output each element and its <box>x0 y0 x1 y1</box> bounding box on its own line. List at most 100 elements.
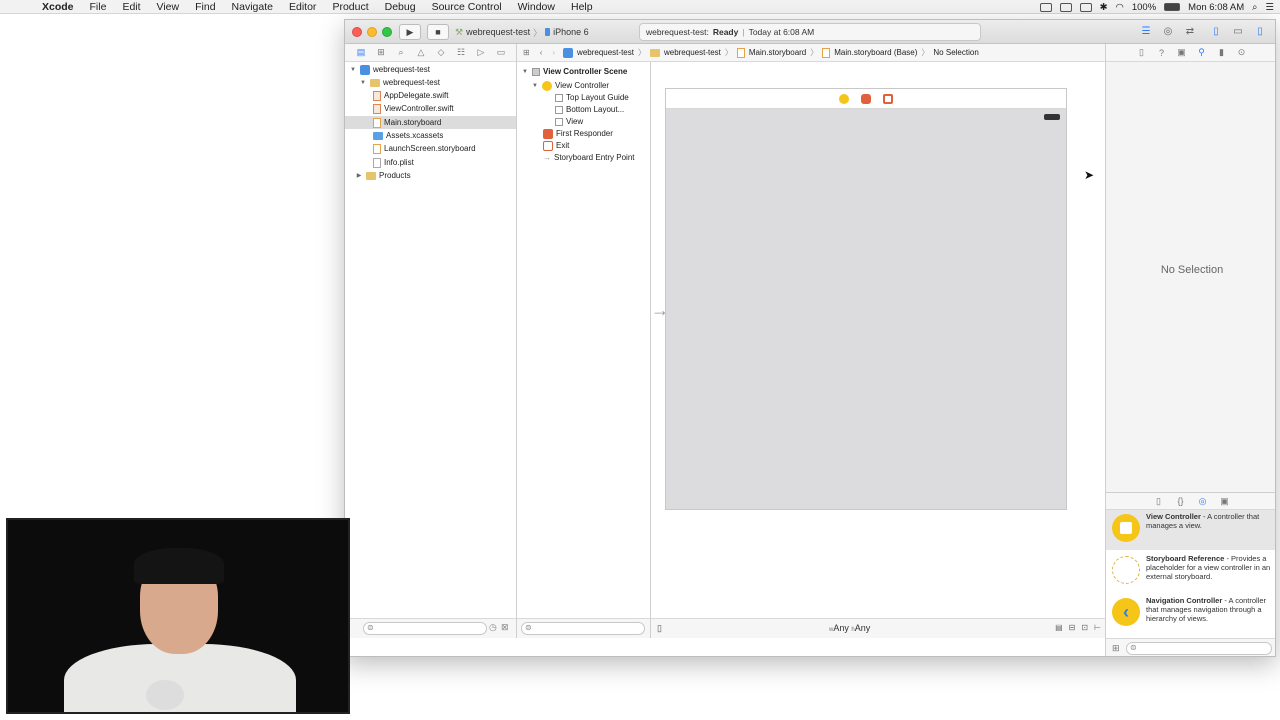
test-navigator-icon[interactable]: ◇ <box>435 47 447 58</box>
stop-button[interactable]: ■ <box>427 24 449 40</box>
back-arrow-icon[interactable]: ‹ <box>540 48 543 57</box>
minimize-window-button[interactable] <box>367 27 377 37</box>
battery-icon[interactable] <box>1164 3 1181 11</box>
spotlight-icon[interactable]: ⌕ <box>1252 2 1257 13</box>
file-template-library-icon[interactable]: ▯ <box>1153 496 1165 507</box>
outline-row-scene[interactable]: ▼ View Controller Scene <box>521 65 627 78</box>
code-snippet-library-icon[interactable]: {} <box>1175 496 1187 506</box>
zoom-window-button[interactable] <box>382 27 392 37</box>
menu-editor[interactable]: Editor <box>281 1 324 13</box>
file-inspector-icon[interactable]: ▯ <box>1136 47 1148 58</box>
clock[interactable]: Mon 6:08 AM <box>1188 2 1244 13</box>
report-navigator-icon[interactable]: ▭ <box>495 47 507 58</box>
tree-row-group[interactable]: ▶ Products <box>355 169 411 182</box>
filter-icon[interactable]: ⊜ <box>1130 643 1137 652</box>
notification-center-icon[interactable]: ☰ <box>1265 2 1274 13</box>
size-class-selector[interactable]: wAny hAny <box>829 623 870 633</box>
outline-row[interactable]: → Storyboard Entry Point <box>543 151 634 164</box>
stack-icon[interactable]: ▤ <box>1055 623 1063 632</box>
tree-row-file[interactable]: LaunchScreen.storyboard <box>373 142 476 155</box>
find-navigator-icon[interactable]: ⌕ <box>395 47 407 58</box>
dropbox-icon[interactable] <box>1059 2 1072 12</box>
outline-filter-input[interactable] <box>521 622 645 635</box>
disclosure-open-icon[interactable]: ▼ <box>349 67 357 73</box>
tree-row-file-selected[interactable]: Main.storyboard <box>345 116 516 129</box>
close-window-button[interactable] <box>352 27 362 37</box>
attributes-inspector-icon[interactable]: ⚲ <box>1196 47 1208 58</box>
root-view[interactable] <box>666 109 1066 509</box>
grid-view-icon[interactable]: ⊞ <box>1112 643 1120 654</box>
bluetooth-icon[interactable]: ✱ <box>1100 2 1108 13</box>
tree-row-file[interactable]: AppDelegate.swift <box>373 89 448 102</box>
tree-row-file[interactable]: Info.plist <box>373 156 414 169</box>
crumb-group[interactable]: webrequest-test <box>664 48 721 57</box>
library-item[interactable]: View Controller - A controller that mana… <box>1106 510 1275 550</box>
assistant-editor-icon[interactable]: ◎ <box>1159 25 1177 39</box>
quick-help-icon[interactable]: ? <box>1156 48 1168 58</box>
filter-icon[interactable]: ⊜ <box>367 623 374 632</box>
menu-app[interactable]: Xcode <box>34 1 82 13</box>
tree-row-file[interactable]: ViewController.swift <box>373 102 454 115</box>
run-button[interactable]: ▶ <box>399 24 421 40</box>
identity-inspector-icon[interactable]: ▣ <box>1176 47 1188 58</box>
resolve-issues-icon[interactable]: ⊢ <box>1094 623 1101 632</box>
symbol-navigator-icon[interactable]: ⊞ <box>375 47 387 58</box>
debug-navigator-icon[interactable]: ☷ <box>455 47 467 58</box>
recent-files-icon[interactable]: ◷ <box>489 622 497 633</box>
menu-file[interactable]: File <box>82 1 115 13</box>
filter-icon[interactable]: ⊜ <box>525 623 532 632</box>
disclosure-closed-icon[interactable]: ▶ <box>355 172 363 179</box>
view-controller-scene[interactable] <box>665 88 1067 510</box>
object-library-icon[interactable]: ◎ <box>1197 496 1209 507</box>
debug-area-toggle-icon[interactable]: ▭ <box>1229 25 1247 39</box>
connections-inspector-icon[interactable]: ⊙ <box>1236 47 1248 58</box>
activity-viewer: webrequest-test: Ready | Today at 6:08 A… <box>639 23 981 41</box>
exit-dock-icon[interactable] <box>883 93 893 104</box>
document-outline-toggle-icon[interactable]: ▯ <box>657 623 662 634</box>
size-inspector-icon[interactable]: ▮ <box>1216 47 1228 58</box>
wifi-icon[interactable]: ◠ <box>1116 2 1124 13</box>
breakpoint-navigator-icon[interactable]: ▷ <box>475 47 487 58</box>
menu-help[interactable]: Help <box>563 1 601 13</box>
view-controller-dock-icon[interactable] <box>839 93 849 104</box>
menu-source-control[interactable]: Source Control <box>424 1 510 13</box>
tree-row-file[interactable]: Assets.xcassets <box>373 129 443 142</box>
disclosure-open-icon[interactable]: ▼ <box>359 80 367 86</box>
library-item[interactable]: ‹ Navigation Controller - A controller t… <box>1106 594 1275 634</box>
display-icon[interactable] <box>1079 2 1092 12</box>
version-editor-icon[interactable]: ⇄ <box>1181 25 1199 39</box>
utilities-toggle-icon[interactable]: ▯ <box>1251 25 1269 39</box>
menu-find[interactable]: Find <box>187 1 223 13</box>
forward-arrow-icon[interactable]: › <box>552 48 555 57</box>
scm-filter-icon[interactable]: ⊠ <box>501 622 509 633</box>
menu-debug[interactable]: Debug <box>377 1 424 13</box>
menu-window[interactable]: Window <box>510 1 563 13</box>
pin-icon[interactable]: ⊡ <box>1081 623 1088 632</box>
navigator-filter-input[interactable] <box>363 622 487 635</box>
tree-row-project[interactable]: ▼ webrequest-test <box>349 63 430 76</box>
navigator-toggle-icon[interactable]: ▯ <box>1207 25 1225 39</box>
crumb-file[interactable]: Main.storyboard <box>749 48 806 57</box>
storyboard-canvas[interactable]: → ▯ wAny hAny ▤ ⊟ ⊡ ⊢ <box>651 62 1105 638</box>
related-items-icon[interactable]: ⊞ <box>523 48 530 57</box>
crumb-selection[interactable]: No Selection <box>933 48 978 57</box>
project-navigator-icon[interactable]: ▤ <box>355 47 367 58</box>
scheme-selector[interactable]: ⚒ webrequest-test 〉 iPhone 6 <box>455 24 589 40</box>
issue-navigator-icon[interactable]: △ <box>415 47 427 58</box>
menu-product[interactable]: Product <box>324 1 376 13</box>
crumb-base[interactable]: Main.storyboard (Base) <box>834 48 917 57</box>
library-item[interactable]: Storyboard Reference - Provides a placeh… <box>1106 552 1275 592</box>
align-icon[interactable]: ⊟ <box>1069 623 1076 632</box>
standard-editor-icon[interactable]: ☰ <box>1137 25 1155 39</box>
menu-navigate[interactable]: Navigate <box>224 1 281 13</box>
disclosure-open-icon[interactable]: ▼ <box>521 69 529 75</box>
library-filter-input[interactable] <box>1126 642 1272 655</box>
menu-edit[interactable]: Edit <box>114 1 148 13</box>
first-responder-dock-icon[interactable] <box>861 93 871 104</box>
screen-record-icon[interactable] <box>1039 2 1052 12</box>
disclosure-open-icon[interactable]: ▼ <box>531 83 539 89</box>
crumb-project[interactable]: webrequest-test <box>577 48 634 57</box>
menu-view[interactable]: View <box>149 1 188 13</box>
media-library-icon[interactable]: ▣ <box>1219 496 1231 507</box>
tree-row-group[interactable]: ▼ webrequest-test <box>359 76 440 89</box>
